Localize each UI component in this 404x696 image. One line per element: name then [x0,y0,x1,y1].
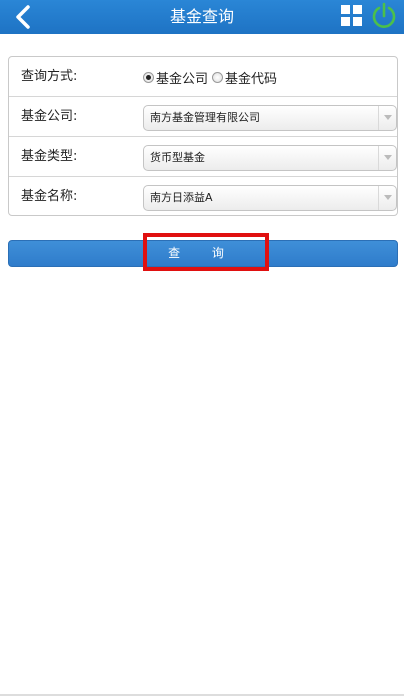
grid-icon [341,5,362,26]
power-icon [372,2,396,28]
fund-name-label: 基金名称: [21,189,78,204]
radio-checked-icon [143,71,154,83]
fund-company-row: 基金公司: 南方基金管理有限公司 [9,97,397,137]
logout-button[interactable] [370,2,398,30]
radio-unchecked-icon [212,71,224,83]
fund-name-value: 南方日添益A [150,191,213,204]
chevron-down-icon [378,186,396,210]
fund-type-select[interactable]: 货币型基金 [143,145,397,171]
query-method-label: 查询方式: [21,69,78,84]
highlight-box [143,233,269,271]
query-method-radio-group: 基金公司 基金代码 [143,57,281,97]
query-form: 查询方式: 基金公司 基金代码 基金公司: 南方基金管理有限公司 基金类型: 货… [8,56,398,216]
chevron-down-icon [378,106,396,130]
fund-company-value: 南方基金管理有限公司 [150,111,260,124]
fund-type-row: 基金类型: 货币型基金 [9,137,397,177]
radio-fund-code[interactable]: 基金代码 [212,68,277,87]
fund-type-label: 基金类型: [21,149,78,164]
fund-company-label: 基金公司: [21,109,78,124]
query-method-row: 查询方式: 基金公司 基金代码 [9,57,397,97]
radio-fund-company[interactable]: 基金公司 [143,68,208,87]
chevron-down-icon [378,146,396,170]
fund-name-select[interactable]: 南方日添益A [143,185,397,211]
fund-company-select[interactable]: 南方基金管理有限公司 [143,105,397,131]
menu-grid-button[interactable] [340,4,364,28]
header-bar: 基金查询 [0,0,404,34]
fund-name-row: 基金名称: 南方日添益A [9,177,397,217]
fund-type-value: 货币型基金 [150,151,205,164]
